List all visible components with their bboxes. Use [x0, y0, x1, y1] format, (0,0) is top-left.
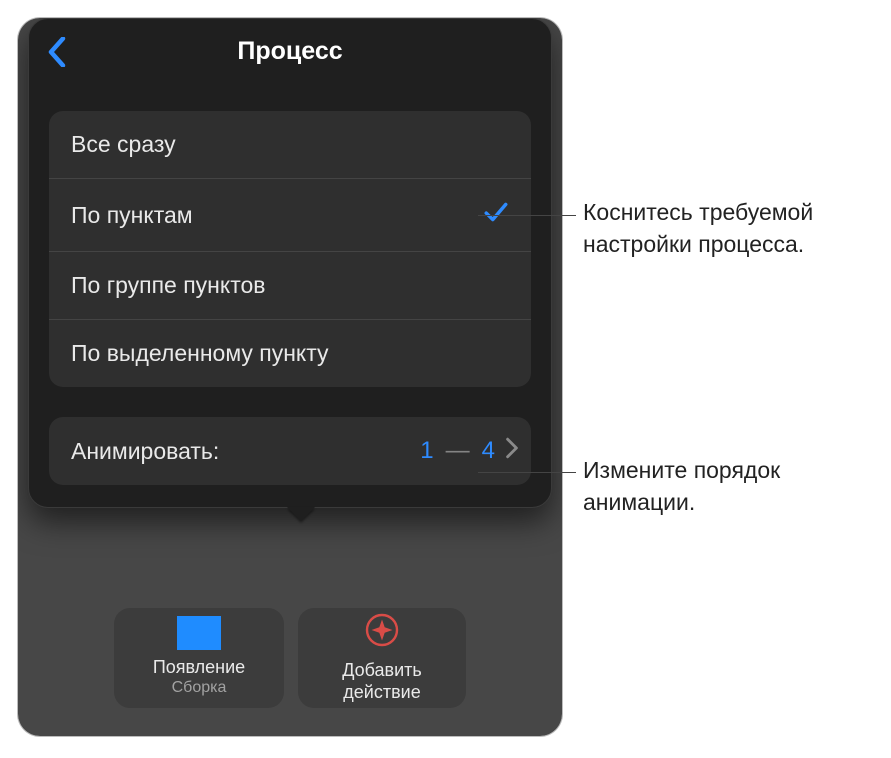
- add-action-line2: действие: [343, 681, 420, 703]
- option-by-bullets[interactable]: По пунктам: [49, 178, 531, 251]
- option-label: По выделенному пункту: [71, 340, 329, 367]
- add-action-line1: Добавить: [342, 659, 422, 681]
- appear-chip-sub: Сборка: [172, 678, 227, 698]
- animate-from: 1: [420, 437, 433, 465]
- chevron-right-icon: [505, 437, 519, 465]
- callout-text-1: Коснитесь требуемой настройки процесса.: [583, 196, 883, 260]
- animate-row[interactable]: Анимировать: 1 — 4: [49, 417, 531, 485]
- process-popover: Процесс Все сразу По пунктам По группе п…: [28, 18, 552, 508]
- animate-dash: —: [446, 437, 470, 465]
- animate-to: 4: [482, 437, 495, 465]
- chevron-left-icon: [47, 37, 67, 67]
- option-label: По группе пунктов: [71, 272, 266, 299]
- popover-title: Процесс: [29, 37, 551, 66]
- add-action-chip[interactable]: Добавить действие: [298, 608, 466, 708]
- process-options-group: Все сразу По пунктам По группе пунктов П…: [49, 111, 531, 387]
- appear-chip-title: Появление: [153, 656, 245, 678]
- add-action-icon: [364, 612, 400, 653]
- animate-group: Анимировать: 1 — 4: [49, 417, 531, 485]
- animate-range: 1 — 4: [420, 437, 495, 465]
- appear-thumbnail: [177, 616, 221, 650]
- animate-label: Анимировать:: [71, 438, 420, 465]
- option-label: Все сразу: [71, 131, 176, 158]
- callout-line-1: [478, 215, 576, 216]
- device-frame: Появление Сборка Добавить действие: [18, 18, 562, 736]
- option-all-at-once[interactable]: Все сразу: [49, 111, 531, 178]
- appear-chip[interactable]: Появление Сборка: [114, 608, 284, 708]
- back-button[interactable]: [47, 37, 67, 72]
- option-by-highlighted[interactable]: По выделенному пункту: [49, 319, 531, 387]
- callout-text-2: Измените порядок анимации.: [583, 454, 883, 518]
- popover-header: Процесс: [29, 19, 551, 83]
- option-by-group[interactable]: По группе пунктов: [49, 251, 531, 319]
- bottom-row: Появление Сборка Добавить действие: [114, 608, 466, 708]
- callout-line-2: [478, 472, 576, 473]
- option-label: По пунктам: [71, 202, 193, 229]
